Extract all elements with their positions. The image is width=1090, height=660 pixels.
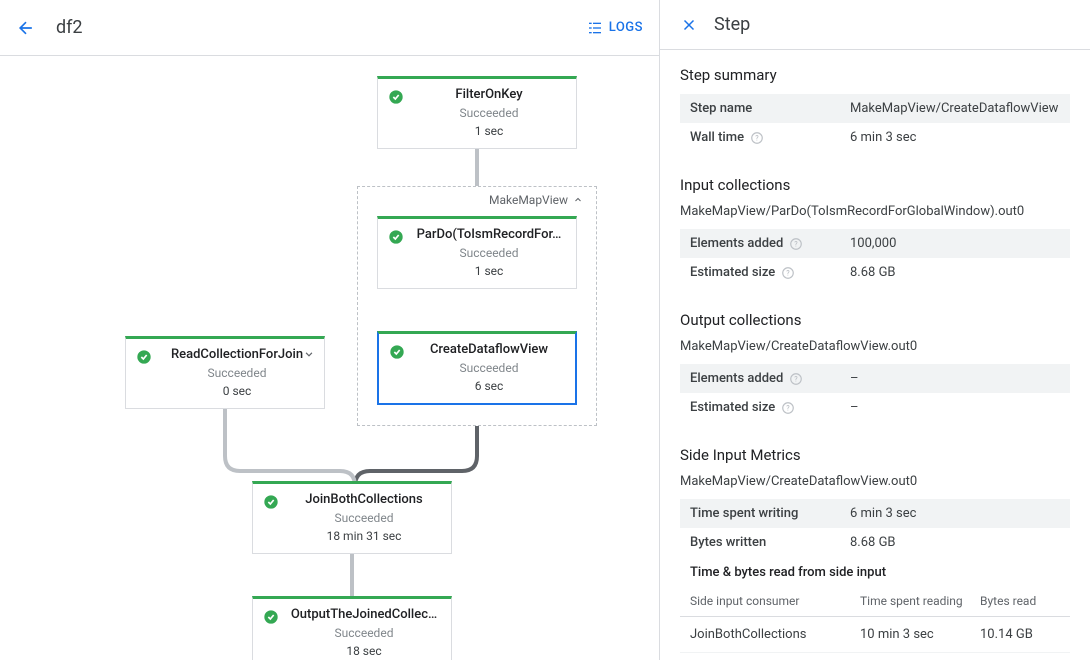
job-title: df2 [56,17,587,38]
panel-title: Step [714,14,750,35]
input-heading: Input collections [680,176,1070,194]
node-read-collection[interactable]: ReadCollectionForJoin Succeeded 0 sec [125,336,325,409]
input-sub: MakeMapView/ParDo(ToIsmRecordForGlobalWi… [680,204,1070,219]
svg-text:?: ? [795,240,799,248]
back-button[interactable] [16,18,36,38]
step-summary-heading: Step summary [680,66,1070,84]
side-read-heading: Time & bytes read from side input [680,557,1070,586]
output-heading: Output collections [680,311,1070,329]
side-table-header: Side input consumer Time spent reading B… [680,586,1070,617]
help-icon[interactable]: ? [789,237,803,251]
kv-output-elements: Elements added? – [680,364,1070,393]
node-create-dataflow-view[interactable]: CreateDataflowView Succeeded 6 sec [377,331,577,405]
kv-output-size: Estimated size? – [680,393,1070,422]
header: df2 LOGS [0,0,659,56]
check-icon [389,344,405,360]
logs-icon [587,20,603,36]
node-filter-on-key[interactable]: FilterOnKey Succeeded 1 sec [377,76,577,149]
node-join-both[interactable]: JoinBothCollections Succeeded 18 min 31 … [252,481,452,554]
check-icon [263,494,279,510]
graph-canvas[interactable]: FilterOnKey Succeeded 1 sec MakeMapView … [0,56,659,660]
details-panel: Step Step summary Step name MakeMapView/… [660,0,1090,660]
check-icon [388,89,404,105]
check-icon [263,609,279,625]
kv-input-elements: Elements added? 100,000 [680,229,1070,258]
logs-button[interactable]: LOGS [587,20,643,36]
chevron-up-icon [572,194,584,206]
check-icon [388,229,404,245]
group-label[interactable]: MakeMapView [489,193,584,207]
help-icon[interactable]: ? [750,131,764,145]
node-pardo[interactable]: ParDo(ToIsmRecordFor… Succeeded 1 sec [377,216,577,289]
help-icon[interactable]: ? [789,372,803,386]
svg-text:?: ? [787,404,791,412]
kv-input-size: Estimated size? 8.68 GB [680,258,1070,287]
chevron-down-icon[interactable] [302,347,316,365]
close-button[interactable] [680,16,698,34]
kv-side-writing: Time spent writing 6 min 3 sec [680,499,1070,528]
svg-text:?: ? [787,269,791,277]
side-heading: Side Input Metrics [680,446,1070,464]
help-icon[interactable]: ? [781,266,795,280]
svg-text:?: ? [795,375,799,383]
help-icon[interactable]: ? [781,401,795,415]
output-sub: MakeMapView/CreateDataflowView.out0 [680,339,1070,354]
side-sub: MakeMapView/CreateDataflowView.out0 [680,474,1070,489]
kv-side-bytes: Bytes written 8.68 GB [680,528,1070,557]
side-table-row: JoinBothCollections 10 min 3 sec 10.14 G… [680,617,1070,653]
kv-wall-time: Wall time? 6 min 3 sec [680,123,1070,152]
svg-text:?: ? [755,134,759,142]
check-icon [136,349,152,365]
node-output-joined[interactable]: OutputTheJoinedCollec… Succeeded 18 sec [252,596,452,660]
kv-step-name: Step name MakeMapView/CreateDataflowView [680,94,1070,123]
